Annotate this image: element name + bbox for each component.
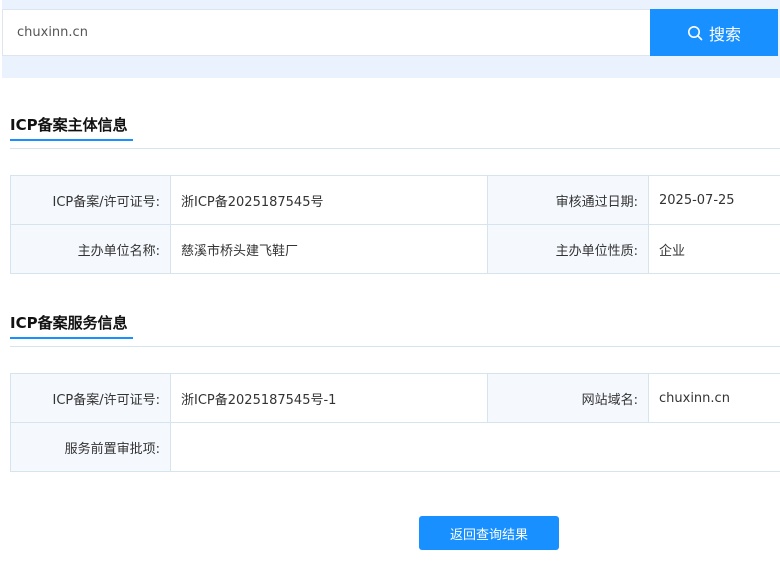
search-input[interactable] xyxy=(2,9,650,56)
license-value: 浙ICP备2025187545号 xyxy=(170,175,488,225)
organizer-name-label: 主办单位名称: xyxy=(10,224,171,274)
table-row: 主办单位名称: 慈溪市桥头建飞鞋厂 主办单位性质: 企业 xyxy=(10,224,780,274)
organizer-type-value: 企业 xyxy=(648,224,780,274)
search-button-label: 搜索 xyxy=(708,26,741,44)
domain-label: 网站域名: xyxy=(487,373,649,423)
license-label: ICP备案/许可证号: xyxy=(10,175,171,225)
section-title-subject: ICP备案主体信息 xyxy=(10,116,128,134)
search-button[interactable]: 搜索 xyxy=(650,9,778,56)
approval-date-label: 审核通过日期: xyxy=(487,175,649,225)
search-icon xyxy=(687,25,703,41)
service-info-table: ICP备案/许可证号: 浙ICP备2025187545号-1 网站域名: chu… xyxy=(10,373,780,472)
section-divider xyxy=(10,346,780,347)
organizer-type-label: 主办单位性质: xyxy=(487,224,649,274)
title-underline xyxy=(10,337,133,339)
organizer-name-value: 慈溪市桥头建飞鞋厂 xyxy=(170,224,488,274)
domain-value: chuxinn.cn xyxy=(648,373,780,423)
pre-approval-label: 服务前置审批项: xyxy=(10,422,171,472)
table-row: ICP备案/许可证号: 浙ICP备2025187545号-1 网站域名: chu… xyxy=(10,373,780,423)
section-divider xyxy=(10,148,780,149)
approval-date-value: 2025-07-25 xyxy=(648,175,780,225)
section-title-service: ICP备案服务信息 xyxy=(10,314,128,332)
pre-approval-value xyxy=(170,422,780,472)
subject-info-table: ICP备案/许可证号: 浙ICP备2025187545号 审核通过日期: 202… xyxy=(10,175,780,274)
table-row: ICP备案/许可证号: 浙ICP备2025187545号 审核通过日期: 202… xyxy=(10,175,780,225)
title-underline xyxy=(10,139,133,141)
back-to-results-button[interactable]: 返回查询结果 xyxy=(419,516,559,550)
table-row: 服务前置审批项: xyxy=(10,422,780,472)
service-license-value: 浙ICP备2025187545号-1 xyxy=(170,373,488,423)
service-license-label: ICP备案/许可证号: xyxy=(10,373,171,423)
